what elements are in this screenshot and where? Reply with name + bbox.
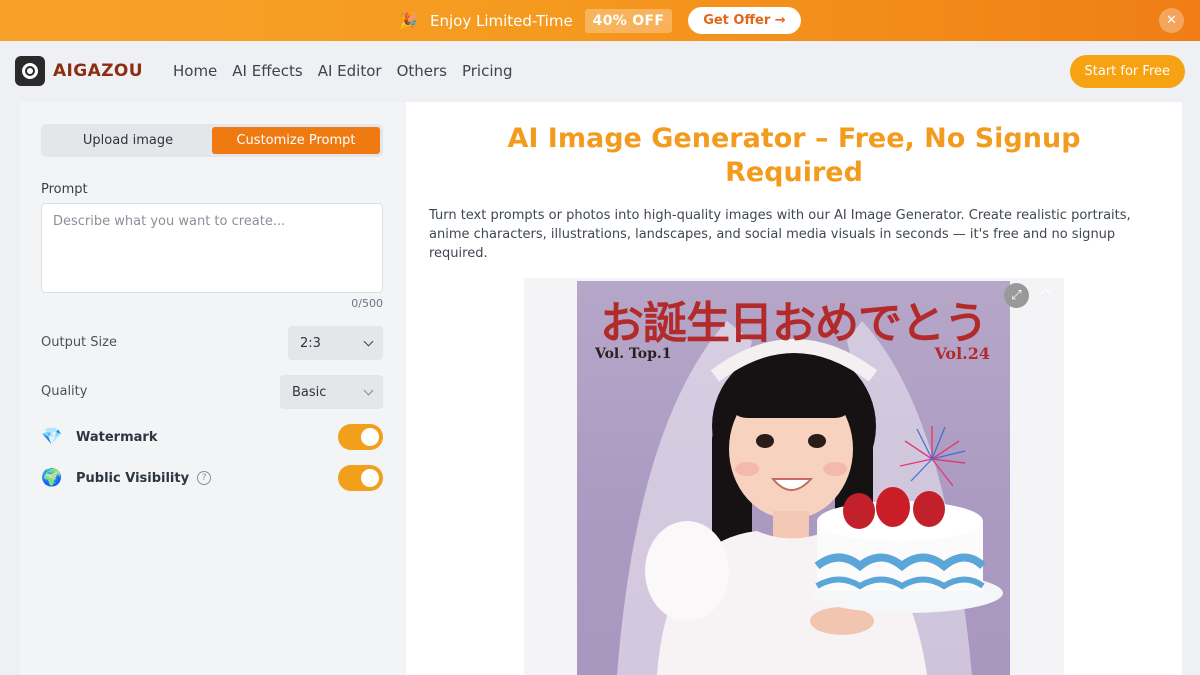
promo-banner: 🎉 Enjoy Limited-Time 40% OFF Get Offer →… <box>0 0 1200 41</box>
poster-headline: お誕生日おめでとう <box>600 298 988 349</box>
page-title: AI Image Generator – Free, No Signup Req… <box>507 123 1081 188</box>
nav-link-home[interactable]: Home <box>173 62 217 80</box>
logo-icon <box>15 56 45 86</box>
discount-badge: 40% OFF <box>584 8 673 33</box>
page-description: Turn text prompts or photos into high-qu… <box>429 208 1131 261</box>
chevron-up-icon[interactable] <box>1040 288 1051 299</box>
watermark-row: 💎 Watermark <box>41 424 383 450</box>
main-content: AI Image Generator – Free, No Signup Req… <box>406 102 1182 675</box>
poster-left-caption: Vol. Top.1 <box>595 346 672 362</box>
settings-panel: Upload image Customize Prompt Prompt 0/5… <box>20 102 405 675</box>
nav-link-others[interactable]: Others <box>397 62 447 80</box>
tab-customize-prompt[interactable]: Customize Prompt <box>212 127 380 154</box>
output-size-value: 2:3 <box>300 335 321 351</box>
public-visibility-toggle[interactable] <box>338 465 383 491</box>
globe-icon: 🌍 <box>41 468 63 488</box>
nav-link-pricing[interactable]: Pricing <box>462 62 513 80</box>
close-icon[interactable]: ✕ <box>1159 8 1184 33</box>
image-preview: お誕生日おめでとう Vol. Top.1 Vol.24 ⤢ <box>524 278 1064 675</box>
top-navigation: AIGAZOU Home AI Effects AI Editor Others… <box>0 41 1200 101</box>
brand-logo[interactable]: AIGAZOU <box>15 56 143 86</box>
chevron-down-icon <box>363 336 374 346</box>
public-visibility-label: Public Visibility <box>76 470 190 486</box>
quality-select[interactable]: Basic <box>280 375 383 409</box>
prompt-input[interactable] <box>53 214 371 282</box>
generated-image: お誕生日おめでとう Vol. Top.1 Vol.24 <box>577 281 1010 675</box>
brand-name: AIGAZOU <box>53 61 143 81</box>
watermark-toggle[interactable] <box>338 424 383 450</box>
tab-upload-image[interactable]: Upload image <box>44 127 212 154</box>
output-size-label: Output Size <box>41 335 117 350</box>
poster-right-caption: Vol.24 <box>934 344 990 363</box>
get-offer-button[interactable]: Get Offer → <box>688 7 801 34</box>
quality-label: Quality <box>41 384 88 399</box>
nav-link-ai-editor[interactable]: AI Editor <box>318 62 382 80</box>
expand-icon[interactable]: ⤢ <box>1004 283 1029 308</box>
watermark-label: Watermark <box>76 429 158 445</box>
quality-value: Basic <box>292 384 327 400</box>
party-icon: 🎉 <box>399 11 419 30</box>
mode-tabs: Upload image Customize Prompt <box>41 124 383 157</box>
prompt-label: Prompt <box>41 182 88 197</box>
help-icon[interactable]: ? <box>197 471 212 485</box>
nav-links: Home AI Effects AI Editor Others Pricing <box>173 62 513 80</box>
public-visibility-row: 🌍 Public Visibility ? <box>41 465 383 491</box>
nav-link-ai-effects[interactable]: AI Effects <box>232 62 302 80</box>
promo-text: Enjoy Limited-Time <box>430 11 573 30</box>
chevron-down-icon <box>363 385 374 395</box>
start-for-free-button[interactable]: Start for Free <box>1069 55 1185 88</box>
output-size-select[interactable]: 2:3 <box>288 326 383 360</box>
gem-icon: 💎 <box>41 427 63 447</box>
character-counter: 0/500 <box>351 297 383 310</box>
prompt-field-wrapper <box>41 203 383 293</box>
